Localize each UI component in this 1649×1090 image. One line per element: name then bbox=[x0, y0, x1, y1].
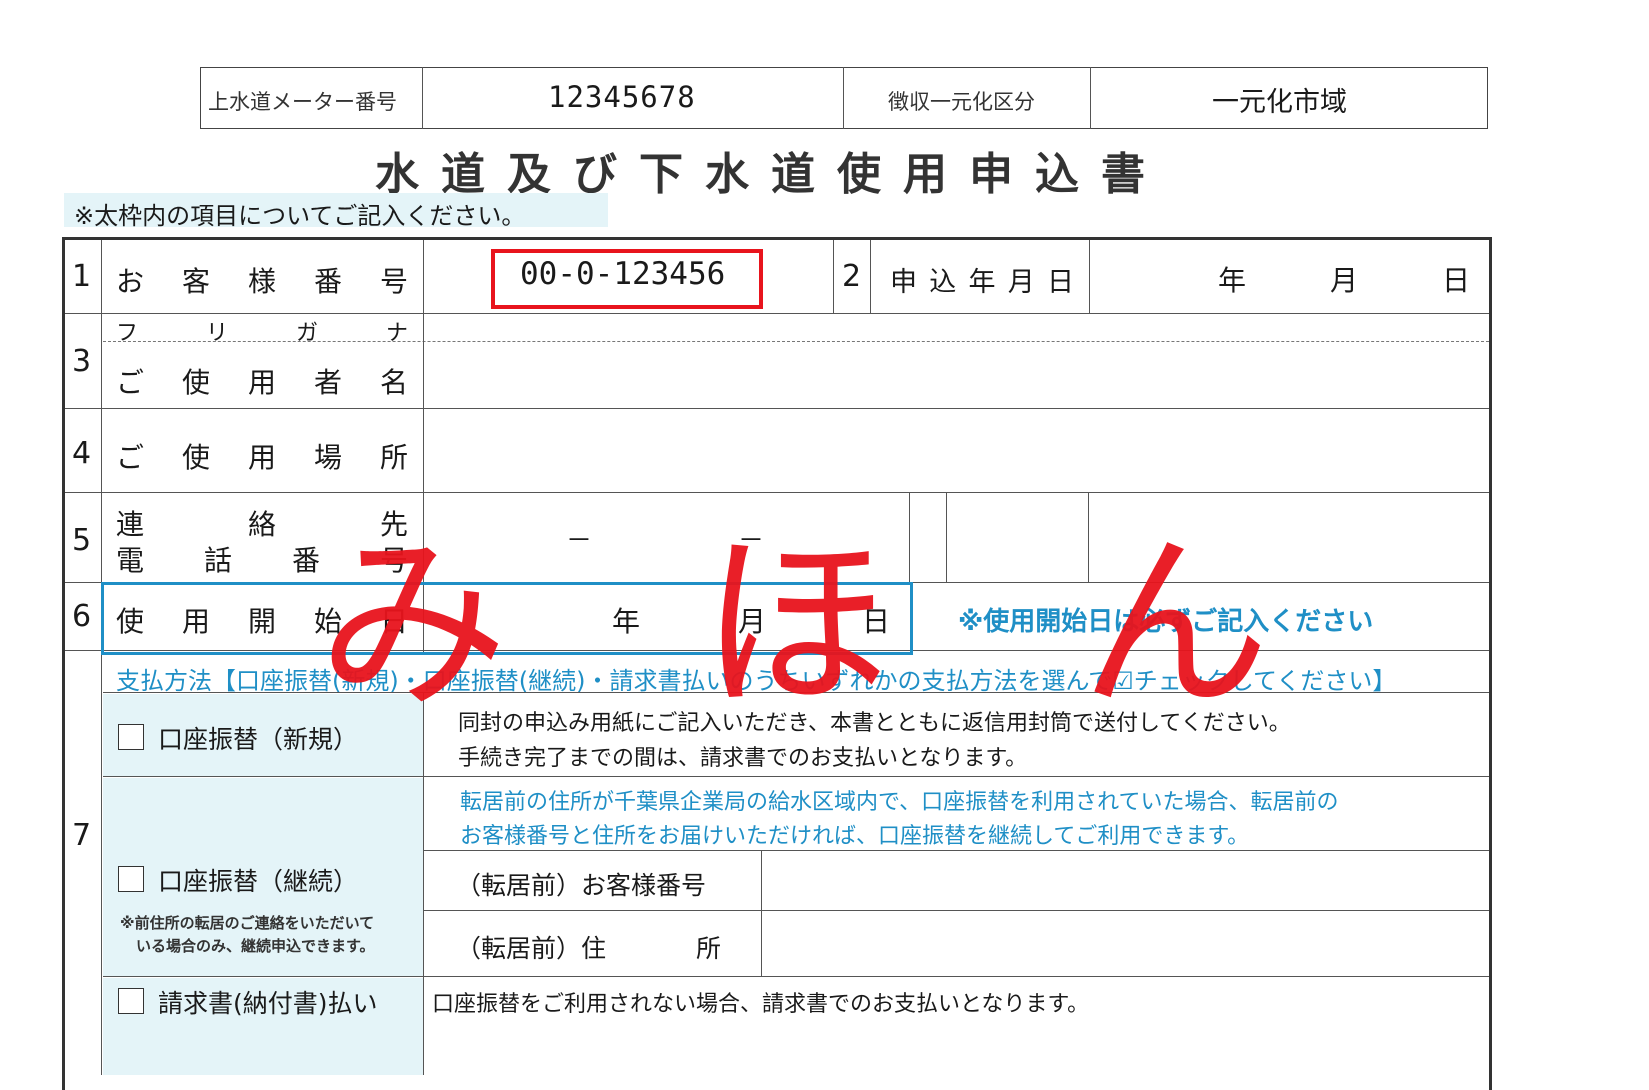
usage-location-field[interactable] bbox=[426, 410, 1486, 490]
previous-address-label-1: （転居前）住 bbox=[456, 934, 607, 963]
sample-watermark-char-2: ほ bbox=[700, 514, 891, 735]
user-name-field[interactable] bbox=[426, 343, 1486, 406]
sample-watermark-char-3: ん bbox=[1080, 514, 1271, 735]
usage-location-label: ご使用場所 bbox=[116, 441, 408, 474]
account-transfer-continue-info-1: 転居前の住所が千葉県企業局の給水区域内で、口座振替を利用されていた場合、転居前の bbox=[460, 790, 1339, 815]
user-name-label: ご使用者名 bbox=[116, 366, 408, 399]
collection-label: 徴収一元化区分 bbox=[888, 90, 1035, 114]
start-year-unit: 年 bbox=[612, 605, 641, 638]
invoice-payment-label: 請求書(納付書)払い bbox=[158, 989, 378, 1018]
meter-number-value: 12345678 bbox=[548, 80, 696, 114]
instruction-text: ※太枠内の項目についてご記入ください。 bbox=[74, 202, 526, 230]
meter-number-label: 上水道メーター番号 bbox=[208, 90, 397, 114]
phone-dash-1: － bbox=[566, 526, 593, 556]
previous-address-label-2: 所 bbox=[696, 934, 722, 963]
account-transfer-continue-checkbox[interactable] bbox=[118, 866, 144, 892]
collection-value: 一元化市域 bbox=[1212, 87, 1347, 118]
previous-customer-number-label: （転居前）お客様番号 bbox=[456, 871, 707, 900]
account-transfer-new-desc-2: 手続き完了までの間は、請求書でのお支払いとなります。 bbox=[458, 746, 1028, 771]
previous-customer-number-field[interactable] bbox=[764, 852, 1486, 908]
account-transfer-new-checkbox[interactable] bbox=[118, 724, 144, 750]
row-number-4: 4 bbox=[72, 436, 92, 471]
row-number-3: 3 bbox=[72, 344, 92, 379]
row-number-1: 1 bbox=[72, 259, 92, 294]
application-day-unit: 日 bbox=[1442, 264, 1471, 297]
application-year-unit: 年 bbox=[1218, 264, 1247, 297]
invoice-payment-desc: 口座振替をご利用されない場合、請求書でのお支払いとなります。 bbox=[432, 992, 1090, 1017]
furigana-label: フリガナ bbox=[116, 321, 408, 346]
row-number-2: 2 bbox=[842, 259, 862, 294]
invoice-payment-checkbox[interactable] bbox=[118, 988, 144, 1014]
application-month-unit: 月 bbox=[1330, 264, 1359, 297]
application-date-label: 申込年月日 bbox=[890, 267, 1074, 298]
row-number-7: 7 bbox=[72, 818, 92, 853]
previous-address-field[interactable] bbox=[764, 912, 1486, 974]
account-transfer-continue-label: 口座振替（継続） bbox=[158, 867, 359, 896]
row-number-6: 6 bbox=[72, 599, 92, 634]
account-transfer-continue-note-2: いる場合のみ、継続申込できます。 bbox=[136, 937, 375, 955]
row-number-5: 5 bbox=[72, 523, 92, 558]
account-transfer-continue-info-2: お客様番号と住所をお届けいただければ、口座振替を継続してご利用できます。 bbox=[460, 824, 1250, 849]
account-transfer-continue-note-1: ※前住所の転居のご連絡をいただいて bbox=[120, 914, 375, 932]
customer-number-label: お客様番号 bbox=[116, 265, 408, 298]
sample-watermark-char-1: み bbox=[318, 514, 509, 735]
customer-number-value[interactable]: 00-0-123456 bbox=[520, 256, 725, 292]
